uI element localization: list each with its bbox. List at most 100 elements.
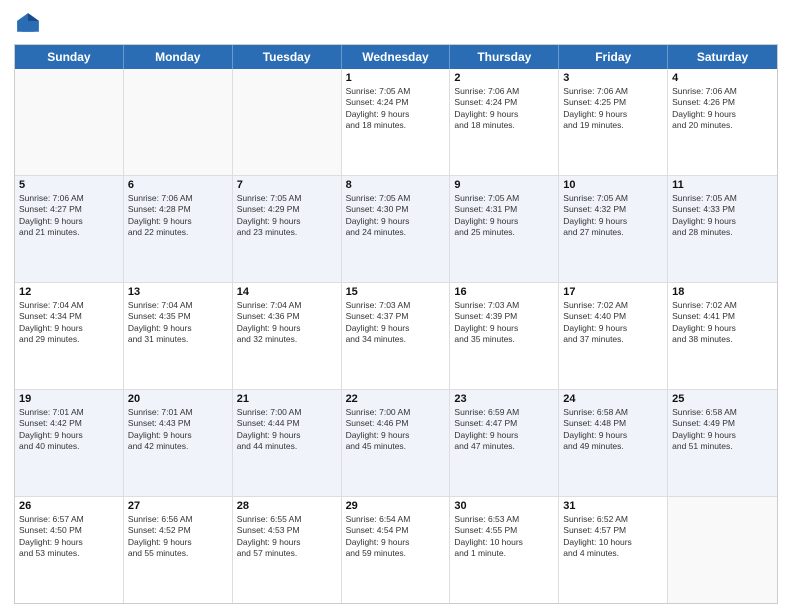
day-number: 14 bbox=[237, 286, 337, 298]
day-info: Sunrise: 6:52 AM Sunset: 4:57 PM Dayligh… bbox=[563, 514, 663, 560]
header bbox=[14, 10, 778, 38]
day-info: Sunrise: 7:00 AM Sunset: 4:44 PM Dayligh… bbox=[237, 407, 337, 453]
calendar-cell-day-9: 9Sunrise: 7:05 AM Sunset: 4:31 PM Daylig… bbox=[450, 176, 559, 282]
calendar-cell-day-31: 31 Sunrise: 6:52 AM Sunset: 4:57 PM Dayli… bbox=[559, 497, 668, 603]
day-info: Sunrise: 7:02 AM Sunset: 4:40 PM Dayligh… bbox=[563, 300, 663, 346]
weekday-header-tuesday: Tuesday bbox=[233, 45, 342, 69]
logo bbox=[14, 10, 46, 38]
day-number: 30 bbox=[454, 500, 554, 512]
calendar-cell-day-27: 27 Sunrise: 6:56 AM Sunset: 4:52 PM Dayli… bbox=[124, 497, 233, 603]
calendar-cell-day-8: 8Sunrise: 7:05 AM Sunset: 4:30 PM Daylig… bbox=[342, 176, 451, 282]
day-number: 8 bbox=[346, 179, 446, 191]
calendar-cell-day-15: 15 Sunrise: 7:03 AM Sunset: 4:37 PM Dayli… bbox=[342, 283, 451, 389]
day-info: Sunrise: 6:56 AM Sunset: 4:52 PM Dayligh… bbox=[128, 514, 228, 560]
calendar-cell-day-30: 30 Sunrise: 6:53 AM Sunset: 4:55 PM Dayli… bbox=[450, 497, 559, 603]
calendar-cell-empty-0-1 bbox=[124, 69, 233, 175]
day-info: Sunrise: 6:59 AM Sunset: 4:47 PM Dayligh… bbox=[454, 407, 554, 453]
calendar-cell-day-22: 22 Sunrise: 7:00 AM Sunset: 4:46 PM Dayli… bbox=[342, 390, 451, 496]
weekday-header-thursday: Thursday bbox=[450, 45, 559, 69]
weekday-header-monday: Monday bbox=[124, 45, 233, 69]
calendar-row-2: 12 Sunrise: 7:04 AM Sunset: 4:34 PM Dayli… bbox=[15, 283, 777, 390]
day-info: Sunrise: 7:03 AM Sunset: 4:39 PM Dayligh… bbox=[454, 300, 554, 346]
calendar-header: SundayMondayTuesdayWednesdayThursdayFrid… bbox=[15, 45, 777, 69]
day-number: 7 bbox=[237, 179, 337, 191]
day-number: 26 bbox=[19, 500, 119, 512]
calendar-cell-day-29: 29 Sunrise: 6:54 AM Sunset: 4:54 PM Dayli… bbox=[342, 497, 451, 603]
day-number: 25 bbox=[672, 393, 773, 405]
day-number: 13 bbox=[128, 286, 228, 298]
calendar-cell-day-12: 12 Sunrise: 7:04 AM Sunset: 4:34 PM Dayli… bbox=[15, 283, 124, 389]
calendar-cell-day-7: 7 Sunrise: 7:05 AM Sunset: 4:29 PM Daylig… bbox=[233, 176, 342, 282]
weekday-header-sunday: Sunday bbox=[15, 45, 124, 69]
day-number: 31 bbox=[563, 500, 663, 512]
calendar-cell-day-10: 10 Sunrise: 7:05 AM Sunset: 4:32 PM Dayli… bbox=[559, 176, 668, 282]
day-number: 4 bbox=[672, 72, 773, 84]
day-info: Sunrise: 7:04 AM Sunset: 4:35 PM Dayligh… bbox=[128, 300, 228, 346]
day-info: Sunrise: 6:54 AM Sunset: 4:54 PM Dayligh… bbox=[346, 514, 446, 560]
day-info: Sunrise: 6:58 AM Sunset: 4:49 PM Dayligh… bbox=[672, 407, 773, 453]
day-number: 29 bbox=[346, 500, 446, 512]
day-info: Sunrise: 7:01 AM Sunset: 4:43 PM Dayligh… bbox=[128, 407, 228, 453]
day-number: 11 bbox=[672, 179, 773, 191]
calendar: SundayMondayTuesdayWednesdayThursdayFrid… bbox=[14, 44, 778, 604]
day-number: 15 bbox=[346, 286, 446, 298]
day-number: 22 bbox=[346, 393, 446, 405]
calendar-cell-day-26: 26 Sunrise: 6:57 AM Sunset: 4:50 PM Dayli… bbox=[15, 497, 124, 603]
day-info: Sunrise: 6:53 AM Sunset: 4:55 PM Dayligh… bbox=[454, 514, 554, 560]
calendar-cell-day-18: 18Sunrise: 7:02 AM Sunset: 4:41 PM Dayli… bbox=[668, 283, 777, 389]
day-info: Sunrise: 7:06 AM Sunset: 4:28 PM Dayligh… bbox=[128, 193, 228, 239]
weekday-header-wednesday: Wednesday bbox=[342, 45, 451, 69]
calendar-cell-day-13: 13 Sunrise: 7:04 AM Sunset: 4:35 PM Dayli… bbox=[124, 283, 233, 389]
calendar-row-0: 1Sunrise: 7:05 AM Sunset: 4:24 PM Daylig… bbox=[15, 69, 777, 176]
day-info: Sunrise: 7:05 AM Sunset: 4:33 PM Dayligh… bbox=[672, 193, 773, 239]
day-number: 21 bbox=[237, 393, 337, 405]
calendar-cell-day-19: 19Sunrise: 7:01 AM Sunset: 4:42 PM Dayli… bbox=[15, 390, 124, 496]
day-info: Sunrise: 7:06 AM Sunset: 4:25 PM Dayligh… bbox=[563, 86, 663, 132]
day-info: Sunrise: 7:04 AM Sunset: 4:34 PM Dayligh… bbox=[19, 300, 119, 346]
day-info: Sunrise: 7:05 AM Sunset: 4:32 PM Dayligh… bbox=[563, 193, 663, 239]
day-info: Sunrise: 7:00 AM Sunset: 4:46 PM Dayligh… bbox=[346, 407, 446, 453]
calendar-cell-day-16: 16 Sunrise: 7:03 AM Sunset: 4:39 PM Dayli… bbox=[450, 283, 559, 389]
day-info: Sunrise: 7:06 AM Sunset: 4:24 PM Dayligh… bbox=[454, 86, 554, 132]
day-number: 10 bbox=[563, 179, 663, 191]
calendar-row-3: 19Sunrise: 7:01 AM Sunset: 4:42 PM Dayli… bbox=[15, 390, 777, 497]
calendar-cell-day-20: 20Sunrise: 7:01 AM Sunset: 4:43 PM Dayli… bbox=[124, 390, 233, 496]
day-info: Sunrise: 6:57 AM Sunset: 4:50 PM Dayligh… bbox=[19, 514, 119, 560]
logo-icon bbox=[14, 10, 42, 38]
day-info: Sunrise: 7:06 AM Sunset: 4:26 PM Dayligh… bbox=[672, 86, 773, 132]
calendar-cell-day-28: 28 Sunrise: 6:55 AM Sunset: 4:53 PM Dayli… bbox=[233, 497, 342, 603]
day-number: 28 bbox=[237, 500, 337, 512]
calendar-cell-day-24: 24Sunrise: 6:58 AM Sunset: 4:48 PM Dayli… bbox=[559, 390, 668, 496]
day-info: Sunrise: 6:55 AM Sunset: 4:53 PM Dayligh… bbox=[237, 514, 337, 560]
day-info: Sunrise: 7:01 AM Sunset: 4:42 PM Dayligh… bbox=[19, 407, 119, 453]
day-number: 2 bbox=[454, 72, 554, 84]
day-number: 24 bbox=[563, 393, 663, 405]
calendar-row-1: 5 Sunrise: 7:06 AM Sunset: 4:27 PM Daylig… bbox=[15, 176, 777, 283]
day-number: 5 bbox=[19, 179, 119, 191]
calendar-body: 1Sunrise: 7:05 AM Sunset: 4:24 PM Daylig… bbox=[15, 69, 777, 603]
day-number: 18 bbox=[672, 286, 773, 298]
calendar-cell-empty-0-2 bbox=[233, 69, 342, 175]
calendar-cell-day-2: 2 Sunrise: 7:06 AM Sunset: 4:24 PM Daylig… bbox=[450, 69, 559, 175]
day-number: 12 bbox=[19, 286, 119, 298]
day-number: 27 bbox=[128, 500, 228, 512]
day-info: Sunrise: 7:03 AM Sunset: 4:37 PM Dayligh… bbox=[346, 300, 446, 346]
day-info: Sunrise: 7:05 AM Sunset: 4:31 PM Dayligh… bbox=[454, 193, 554, 239]
page: SundayMondayTuesdayWednesdayThursdayFrid… bbox=[0, 0, 792, 612]
calendar-cell-day-25: 25 Sunrise: 6:58 AM Sunset: 4:49 PM Dayli… bbox=[668, 390, 777, 496]
calendar-cell-day-23: 23 Sunrise: 6:59 AM Sunset: 4:47 PM Dayli… bbox=[450, 390, 559, 496]
calendar-cell-day-14: 14 Sunrise: 7:04 AM Sunset: 4:36 PM Dayli… bbox=[233, 283, 342, 389]
calendar-cell-day-6: 6Sunrise: 7:06 AM Sunset: 4:28 PM Daylig… bbox=[124, 176, 233, 282]
calendar-cell-day-5: 5 Sunrise: 7:06 AM Sunset: 4:27 PM Daylig… bbox=[15, 176, 124, 282]
day-number: 23 bbox=[454, 393, 554, 405]
weekday-header-friday: Friday bbox=[559, 45, 668, 69]
day-info: Sunrise: 7:05 AM Sunset: 4:29 PM Dayligh… bbox=[237, 193, 337, 239]
day-number: 1 bbox=[346, 72, 446, 84]
day-info: Sunrise: 7:04 AM Sunset: 4:36 PM Dayligh… bbox=[237, 300, 337, 346]
calendar-cell-day-1: 1Sunrise: 7:05 AM Sunset: 4:24 PM Daylig… bbox=[342, 69, 451, 175]
day-number: 3 bbox=[563, 72, 663, 84]
calendar-cell-day-21: 21 Sunrise: 7:00 AM Sunset: 4:44 PM Dayli… bbox=[233, 390, 342, 496]
calendar-cell-empty-0-0 bbox=[15, 69, 124, 175]
day-info: Sunrise: 7:06 AM Sunset: 4:27 PM Dayligh… bbox=[19, 193, 119, 239]
day-number: 16 bbox=[454, 286, 554, 298]
